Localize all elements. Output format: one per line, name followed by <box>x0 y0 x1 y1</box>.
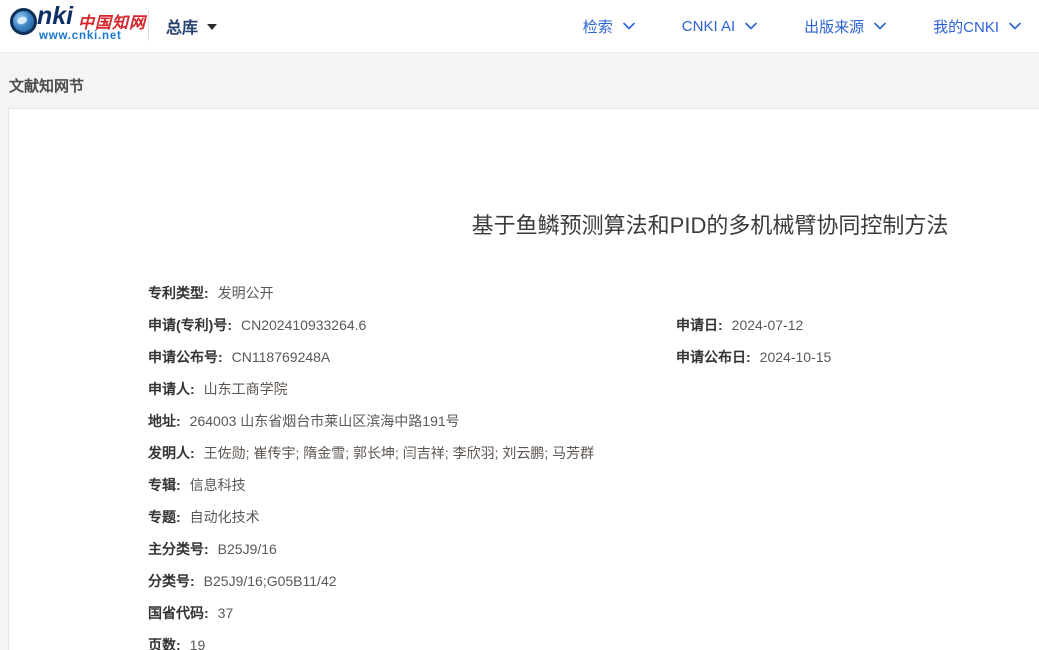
field-value: 264003 山东省烟台市莱山区滨海中路191号 <box>190 413 460 429</box>
caret-down-icon <box>207 24 217 30</box>
field-row-series: 专辑: 信息科技 <box>148 475 1039 494</box>
field-value: 自动化技术 <box>190 509 260 525</box>
patent-detail-content: 基于鱼鳞预测算法和PID的多机械臂协同控制方法 专利类型: 发明公开 申请(专利)… <box>148 208 1039 650</box>
chevron-down-icon <box>745 22 757 30</box>
header-divider <box>148 11 149 41</box>
field-pair-application-date: 申请日: 2024-07-12 <box>676 315 803 335</box>
field-label: 申请人: <box>148 381 195 397</box>
patent-fields: 专利类型: 发明公开 申请(专利)号: CN202410933264.6 申请日: 2… <box>148 283 1039 650</box>
chevron-down-icon <box>1009 22 1021 30</box>
field-value: B25J9/16;G05B11/42 <box>204 573 337 589</box>
library-dropdown[interactable]: 总库 <box>166 14 217 38</box>
field-row-patent-type: 专利类型: 发明公开 <box>148 283 1039 302</box>
field-value: 37 <box>218 605 234 621</box>
nav-item-cnki-ai[interactable]: CNKI AI <box>682 18 757 35</box>
nav-item-label: 出版来源 <box>804 16 864 37</box>
top-header: nki 中国知网 www.cnki.net 总库 检索 CNKI AI 出版来源… <box>0 0 1039 53</box>
patent-detail-card: 基于鱼鳞预测算法和PID的多机械臂协同控制方法 专利类型: 发明公开 申请(专利)… <box>8 108 1039 650</box>
field-value: B25J9/16 <box>218 541 277 557</box>
field-label: 专辑: <box>148 477 181 493</box>
field-row-page-count: 页数: 19 <box>148 635 1039 650</box>
nav-item-label: CNKI AI <box>682 18 735 35</box>
chevron-down-icon <box>623 22 635 30</box>
field-value: 19 <box>190 637 206 650</box>
field-label: 页数: <box>148 637 181 650</box>
field-label: 申请公布日: <box>676 349 751 365</box>
page-title: 基于鱼鳞预测算法和PID的多机械臂协同控制方法 <box>148 208 1039 240</box>
field-label: 申请日: <box>676 317 723 333</box>
chevron-down-icon <box>874 22 886 30</box>
header-nav: 检索 CNKI AI 出版来源 我的CNKI <box>583 16 1021 37</box>
cnki-globe-icon <box>10 8 37 35</box>
field-row-classification: 分类号: B25J9/16;G05B11/42 <box>148 571 1039 590</box>
nav-item-label: 我的CNKI <box>933 16 999 37</box>
field-row-publication-number: 申请公布号: CN118769248A 申请公布日: 2024-10-15 <box>148 347 1039 366</box>
field-row-address: 地址: 264003 山东省烟台市莱山区滨海中路191号 <box>148 411 1039 430</box>
nav-item-publish-source[interactable]: 出版来源 <box>804 16 886 37</box>
field-label: 申请公布号: <box>148 349 223 365</box>
field-label: 主分类号: <box>148 541 209 557</box>
field-label: 专利类型: <box>148 285 209 301</box>
field-value: 2024-07-12 <box>732 317 804 333</box>
field-row-province-code: 国省代码: 37 <box>148 603 1039 622</box>
nav-item-my-cnki[interactable]: 我的CNKI <box>933 16 1021 37</box>
field-label: 发明人: <box>148 445 195 461</box>
field-label: 申请(专利)号: <box>148 317 232 333</box>
field-row-inventors: 发明人: 王佐勋; 崔传宇; 隋金雪; 郭长坤; 闫吉祥; 李欣羽; 刘云鹏; 马… <box>148 443 1039 462</box>
inventors-links[interactable]: 王佐勋; 崔传宇; 隋金雪; 郭长坤; 闫吉祥; 李欣羽; 刘云鹏; 马芳群 <box>204 445 594 461</box>
field-value: 发明公开 <box>218 285 274 301</box>
field-value: 信息科技 <box>190 477 246 493</box>
logo-url-text: www.cnki.net <box>39 30 122 42</box>
nav-item-label: 检索 <box>583 16 613 37</box>
field-row-application-number: 申请(专利)号: CN202410933264.6 申请日: 2024-07-12 <box>148 315 1039 334</box>
cnki-logo[interactable]: nki 中国知网 www.cnki.net <box>8 5 140 47</box>
field-value: 2024-10-15 <box>760 349 832 365</box>
field-value: CN202410933264.6 <box>241 317 366 333</box>
nav-item-search[interactable]: 检索 <box>583 16 635 37</box>
field-label: 地址: <box>148 413 181 429</box>
field-row-applicant: 申请人: 山东工商学院 <box>148 379 1039 398</box>
field-label: 国省代码: <box>148 605 209 621</box>
logo-nki-text: nki <box>37 2 73 31</box>
library-dropdown-label: 总库 <box>166 14 198 38</box>
field-label: 分类号: <box>148 573 195 589</box>
field-pair-publication-date: 申请公布日: 2024-10-15 <box>676 347 831 367</box>
breadcrumb: 文献知网节 <box>9 75 84 96</box>
field-label: 专题: <box>148 509 181 525</box>
field-value: CN118769248A <box>232 349 331 365</box>
field-row-main-classification: 主分类号: B25J9/16 <box>148 539 1039 558</box>
breadcrumb-bar: 文献知网节 <box>0 54 1039 107</box>
field-row-topic: 专题: 自动化技术 <box>148 507 1039 526</box>
applicant-link[interactable]: 山东工商学院 <box>204 381 288 397</box>
